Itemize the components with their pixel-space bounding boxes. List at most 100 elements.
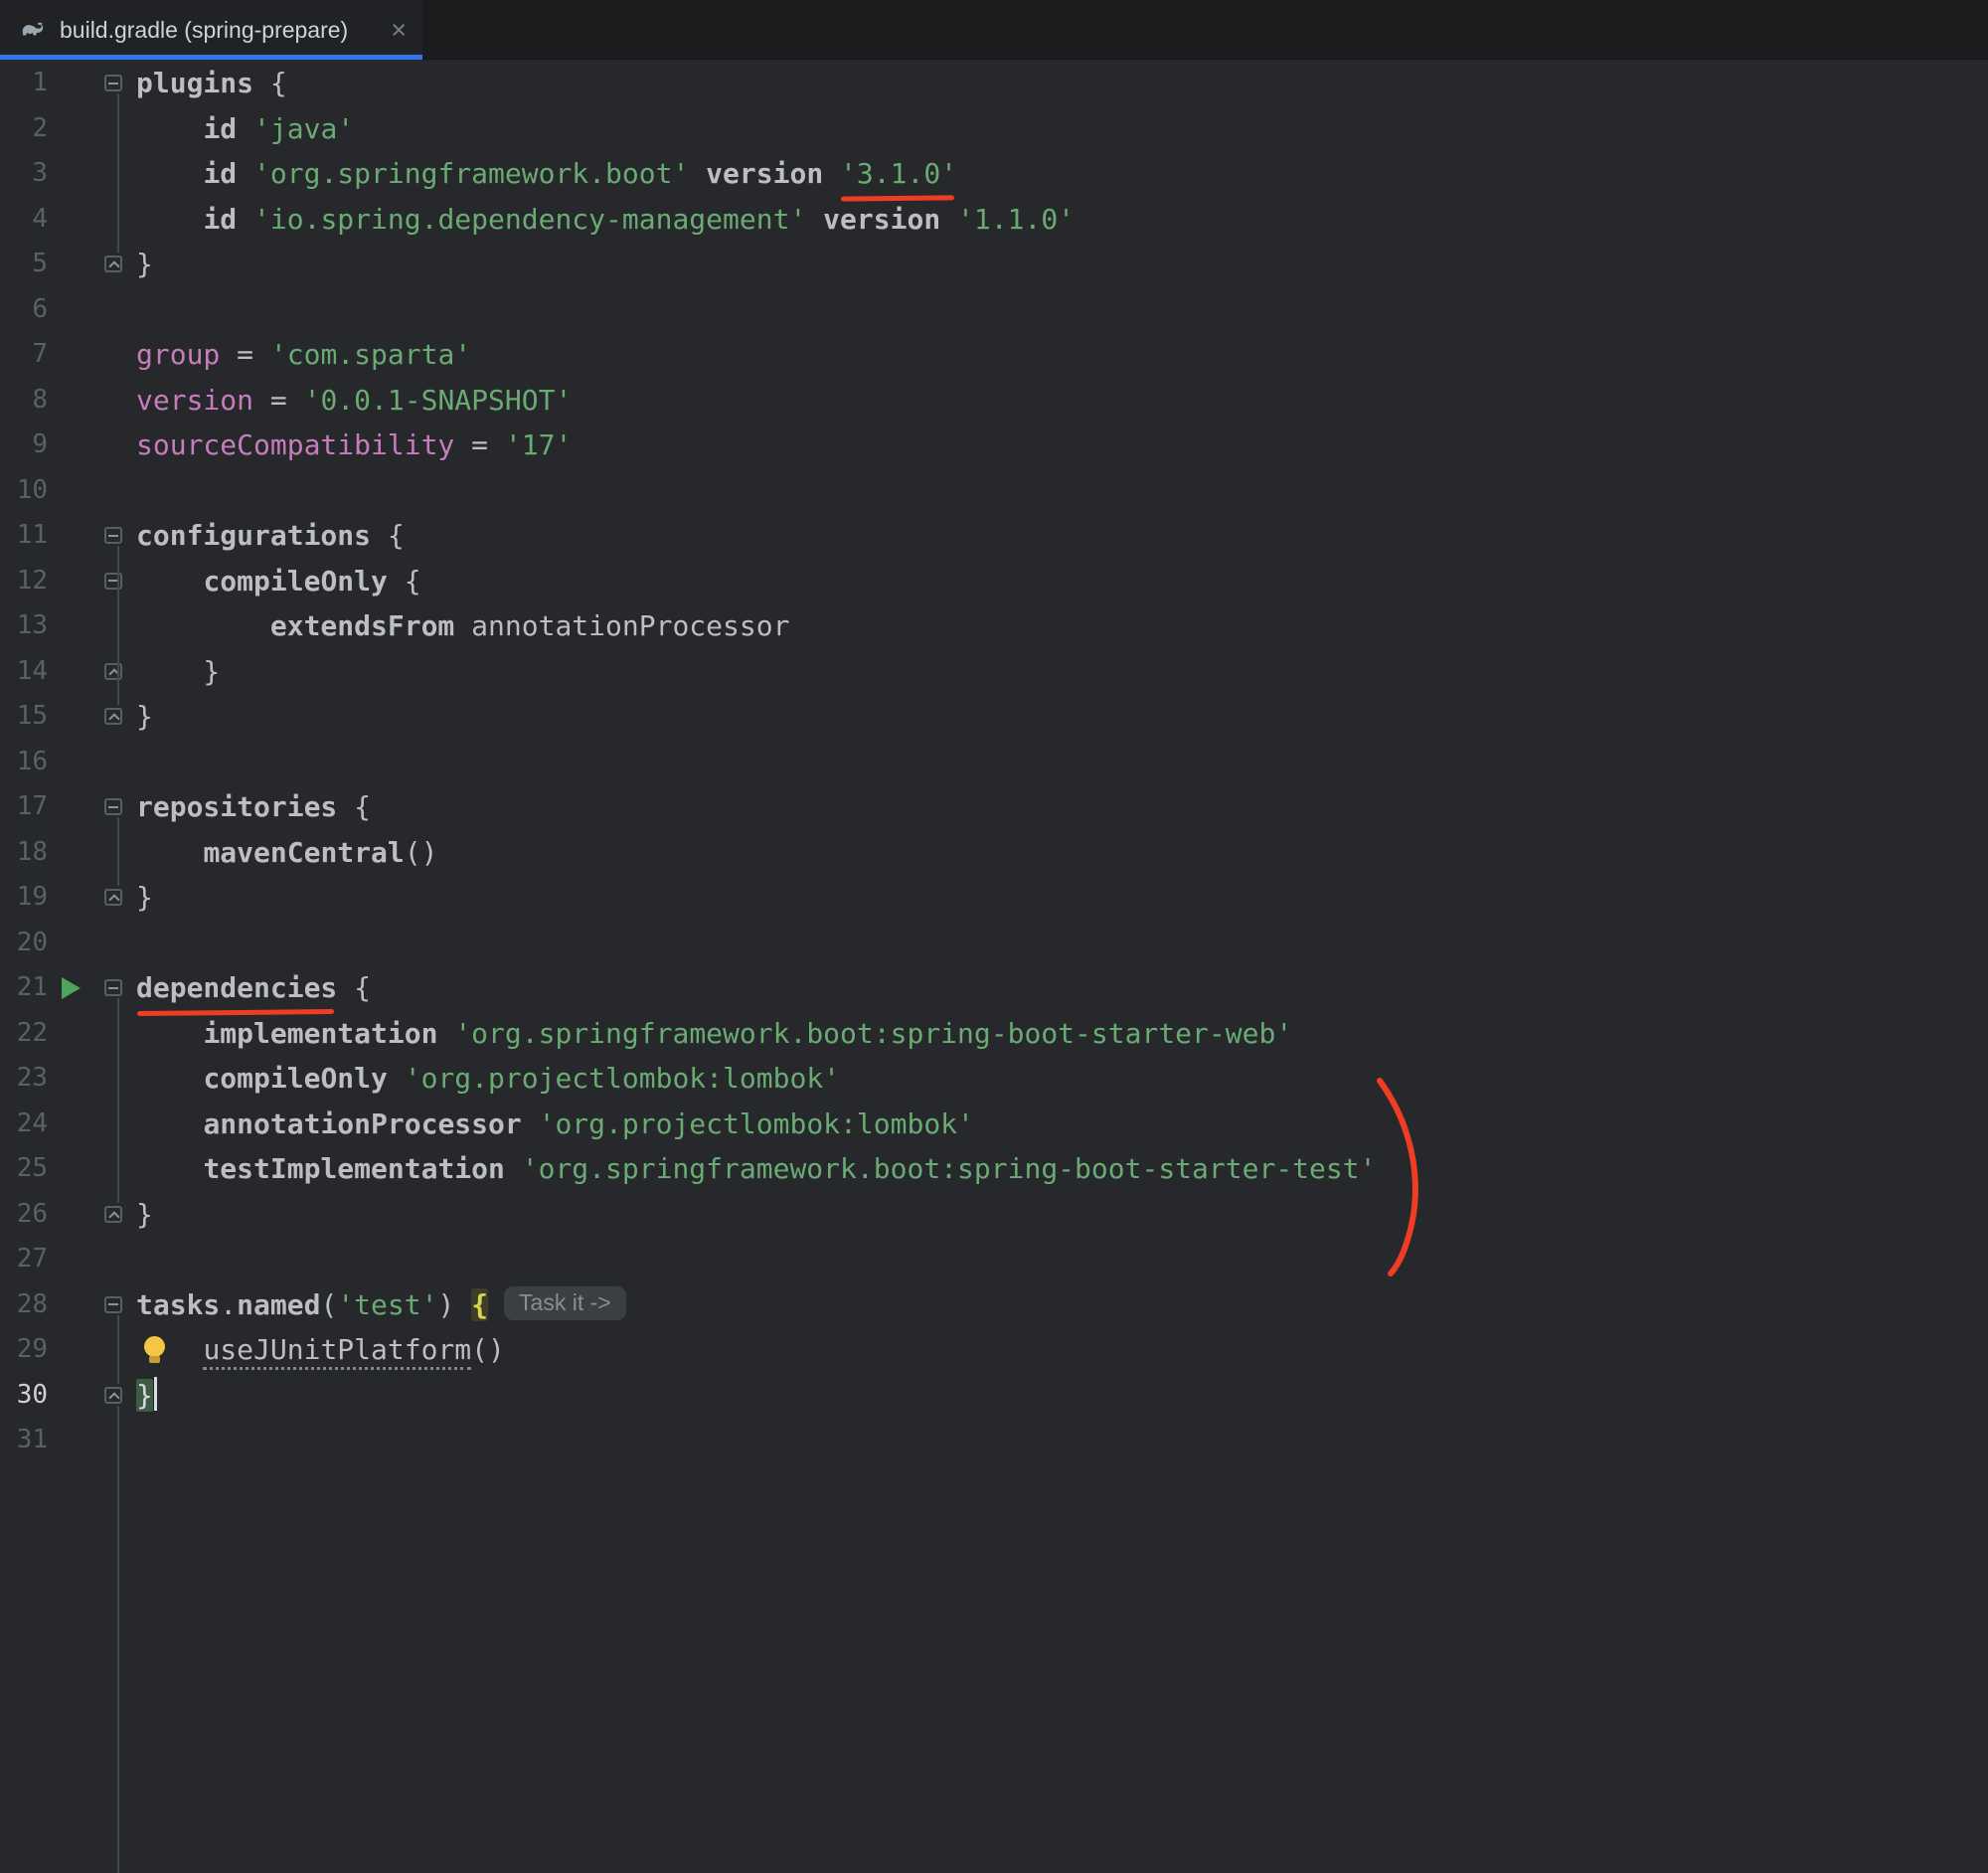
code-line[interactable]: 4 id 'io.spring.dependency-management' v…: [0, 197, 1988, 243]
fold-close-icon[interactable]: [104, 889, 122, 906]
code-text: tasks.named('test') {Task it ->: [129, 1282, 626, 1328]
line-number: 8: [0, 378, 48, 424]
token: annotationProcessor: [471, 609, 789, 642]
fold-open-icon[interactable]: [104, 75, 122, 91]
fold-open-icon[interactable]: [104, 1296, 122, 1313]
code-line[interactable]: 10: [0, 468, 1988, 514]
token: plugins: [136, 67, 270, 99]
gutter: [48, 1282, 99, 1328]
token: useJUnitPlatform: [203, 1333, 471, 1370]
token: 'org.projectlombok:lombok': [539, 1107, 974, 1140]
gutter: [48, 151, 99, 197]
code-line[interactable]: 29 useJUnitPlatform(): [0, 1327, 1988, 1373]
code-line[interactable]: 20: [0, 921, 1988, 966]
token: id: [203, 203, 253, 236]
token: [806, 203, 823, 236]
gutter: [48, 740, 99, 785]
gutter: [48, 1192, 99, 1238]
code-line[interactable]: 22 implementation 'org.springframework.b…: [0, 1011, 1988, 1057]
token: .: [220, 1288, 237, 1321]
code-line[interactable]: 23 compileOnly 'org.projectlombok:lombok…: [0, 1056, 1988, 1102]
token: (): [405, 836, 438, 869]
code-lines: 1 plugins {2 id 'java'3 id 'org.springfra…: [0, 61, 1988, 1463]
code-line[interactable]: 31: [0, 1418, 1988, 1463]
fold-column: [99, 151, 129, 197]
code-text: extendsFrom annotationProcessor: [129, 603, 789, 649]
fold-open-icon[interactable]: [104, 527, 122, 544]
code-line[interactable]: 24 annotationProcessor 'org.projectlombo…: [0, 1102, 1988, 1147]
code-line[interactable]: 7group = 'com.sparta': [0, 332, 1988, 378]
editor-tab-build-gradle[interactable]: build.gradle (spring-prepare) ×: [0, 0, 422, 60]
gradle-icon: [18, 15, 48, 45]
code-editor[interactable]: 1 plugins {2 id 'java'3 id 'org.springfra…: [0, 61, 1988, 1873]
fold-open-icon[interactable]: [104, 798, 122, 815]
code-line[interactable]: 17repositories {: [0, 784, 1988, 830]
token: }: [136, 1379, 153, 1412]
line-number: 3: [0, 151, 48, 197]
line-number: 11: [0, 513, 48, 559]
code-line[interactable]: 21dependencies {: [0, 965, 1988, 1011]
code-line[interactable]: 26}: [0, 1192, 1988, 1238]
code-line[interactable]: 25 testImplementation 'org.springframewo…: [0, 1146, 1988, 1192]
code-text: group = 'com.sparta': [129, 332, 471, 378]
line-number: 13: [0, 603, 48, 649]
token: {: [405, 565, 421, 597]
code-line[interactable]: 6: [0, 287, 1988, 333]
code-line[interactable]: 28tasks.named('test') {Task it ->: [0, 1282, 1988, 1328]
code-line[interactable]: 8version = '0.0.1-SNAPSHOT': [0, 378, 1988, 424]
token: 'org.springframework.boot': [253, 157, 689, 190]
line-number: 29: [0, 1327, 48, 1373]
code-line[interactable]: 13 extendsFrom annotationProcessor: [0, 603, 1988, 649]
token: '3.1.0': [840, 151, 957, 197]
fold-close-icon[interactable]: [104, 255, 122, 272]
text-cursor: [154, 1377, 157, 1411]
fold-guide-line: [117, 998, 119, 1203]
token: compileOnly: [203, 1062, 404, 1095]
inline-hint: Task it ->: [504, 1286, 626, 1320]
token: }: [136, 881, 153, 914]
code-line[interactable]: 2 id 'java': [0, 106, 1988, 152]
code-line[interactable]: 3 id 'org.springframework.boot' version …: [0, 151, 1988, 197]
fold-open-icon[interactable]: [104, 573, 122, 590]
token: {: [354, 790, 371, 823]
code-line[interactable]: 14 }: [0, 649, 1988, 695]
code-line[interactable]: 16: [0, 740, 1988, 785]
code-line[interactable]: 18 mavenCentral(): [0, 830, 1988, 876]
line-number: 12: [0, 559, 48, 604]
fold-close-icon[interactable]: [104, 1387, 122, 1404]
token: id: [203, 112, 253, 145]
code-line[interactable]: 30}: [0, 1373, 1988, 1419]
fold-close-icon[interactable]: [104, 708, 122, 725]
code-line[interactable]: 19}: [0, 875, 1988, 921]
fold-close-icon[interactable]: [104, 663, 122, 680]
token: id: [203, 157, 253, 190]
code-line[interactable]: 11configurations {: [0, 513, 1988, 559]
fold-open-icon[interactable]: [104, 979, 122, 996]
intention-bulb-icon[interactable]: [143, 1336, 167, 1364]
tab-close-icon[interactable]: ×: [391, 17, 407, 44]
gutter: [48, 965, 99, 1011]
fold-column: [99, 1146, 129, 1192]
fold-column: [99, 287, 129, 333]
token: group: [136, 338, 220, 371]
line-number: 1: [0, 61, 48, 106]
code-line[interactable]: 1plugins {: [0, 61, 1988, 106]
fold-column: [99, 1327, 129, 1373]
code-line[interactable]: 12 compileOnly {: [0, 559, 1988, 604]
token: [136, 1107, 203, 1140]
code-text: id 'java': [129, 106, 354, 152]
code-line[interactable]: 9sourceCompatibility = '17': [0, 423, 1988, 468]
run-icon[interactable]: [62, 977, 81, 999]
code-line[interactable]: 27: [0, 1237, 1988, 1282]
gutter: [48, 287, 99, 333]
code-line[interactable]: 15}: [0, 694, 1988, 740]
code-line[interactable]: 5}: [0, 242, 1988, 287]
gutter: [48, 1327, 99, 1373]
fold-close-icon[interactable]: [104, 1206, 122, 1223]
code-text: sourceCompatibility = '17': [129, 423, 572, 468]
token: {: [337, 971, 371, 1004]
gutter: [48, 559, 99, 604]
code-text: id 'org.springframework.boot' version '3…: [129, 151, 957, 197]
code-text: [129, 287, 136, 333]
line-number: 22: [0, 1011, 48, 1057]
